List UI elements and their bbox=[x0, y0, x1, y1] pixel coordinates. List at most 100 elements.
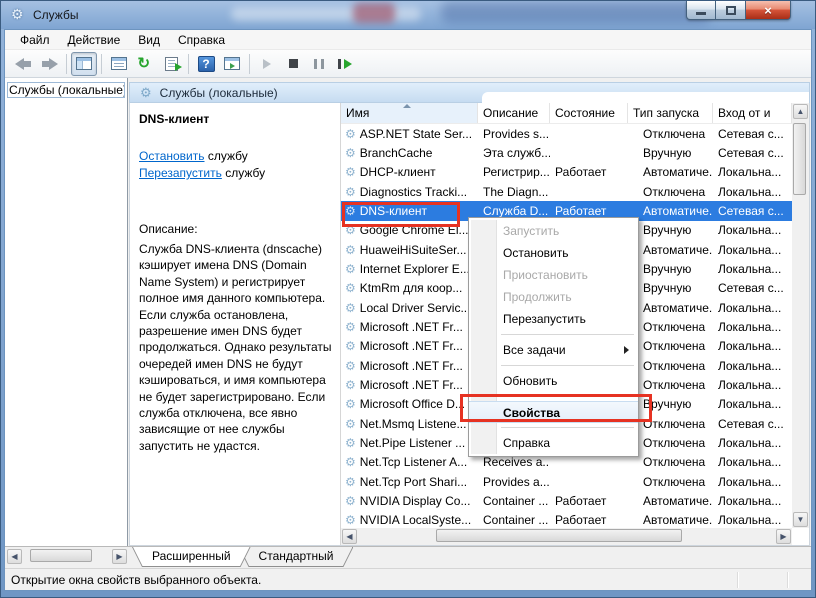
menubar-item-1[interactable]: Файл bbox=[11, 31, 59, 49]
properties-icon bbox=[111, 57, 127, 70]
tree-scroll-right-icon[interactable]: ▶ bbox=[112, 549, 127, 564]
menu-item-обновить[interactable]: Обновить bbox=[469, 370, 638, 392]
service-logon-as-cell: Локальна... bbox=[713, 320, 792, 334]
service-logon-as-cell: Сетевая с... bbox=[713, 127, 792, 141]
service-startup-type-cell: Вручную bbox=[628, 223, 713, 237]
show-tree-button[interactable] bbox=[71, 52, 97, 76]
maximize-icon bbox=[726, 6, 736, 15]
service-name-cell: ⚙KtmRm для коор... bbox=[341, 281, 478, 295]
service-logon-as-cell: Локальна... bbox=[713, 436, 792, 450]
restart-service-link[interactable]: Перезапустить bbox=[139, 166, 222, 180]
column-header-2[interactable]: Описание bbox=[478, 103, 550, 123]
menubar-item-2[interactable]: Действие bbox=[59, 31, 130, 49]
back-button[interactable] bbox=[10, 52, 36, 76]
menu-item-свойства[interactable]: Свойства bbox=[469, 401, 638, 423]
service-logon-as-cell: Сетевая с... bbox=[713, 417, 792, 431]
window-client-area: ФайлДействиеВидСправка Службы (локальные… bbox=[4, 29, 812, 591]
menubar-item-4[interactable]: Справка bbox=[169, 31, 234, 49]
table-row[interactable]: ⚙BranchCacheЭта служб...ВручнуюСетевая с… bbox=[341, 143, 792, 162]
refresh-button[interactable] bbox=[132, 52, 158, 76]
service-logon-as-cell: Локальна... bbox=[713, 378, 792, 392]
service-name: ASP.NET State Ser... bbox=[360, 127, 472, 141]
toolbar-separator bbox=[188, 54, 189, 74]
service-startup-type-cell: Вручную bbox=[628, 397, 713, 411]
column-header-1[interactable]: Имя bbox=[341, 103, 478, 123]
table-row[interactable]: ⚙Diagnostics Tracki...The Diagn...Отключ… bbox=[341, 182, 792, 201]
forward-button[interactable] bbox=[36, 52, 62, 76]
table-row[interactable]: ⚙ASP.NET State Ser...Provides s...Отключ… bbox=[341, 124, 792, 143]
tree-horizontal-scrollbar[interactable]: ◀ ▶ bbox=[6, 549, 128, 566]
service-logon-as-cell: Локальна... bbox=[713, 475, 792, 489]
service-name: Microsoft .NET Fr... bbox=[360, 339, 463, 353]
service-name: NVIDIA LocalSyste... bbox=[360, 513, 471, 527]
column-header-3[interactable]: Состояние bbox=[550, 103, 628, 123]
toolbar-separator bbox=[101, 54, 102, 74]
service-gear-icon: ⚙ bbox=[345, 263, 356, 275]
service-name: DHCP-клиент bbox=[360, 165, 436, 179]
tree-scroll-left-icon[interactable]: ◀ bbox=[7, 549, 22, 564]
service-gear-icon: ⚙ bbox=[345, 379, 356, 391]
close-button[interactable]: × bbox=[746, 1, 791, 20]
maximize-button[interactable] bbox=[716, 1, 746, 20]
service-logon-as-cell: Сетевая с... bbox=[713, 204, 792, 218]
stop-service-button[interactable] bbox=[280, 52, 306, 76]
scroll-up-icon[interactable]: ▲ bbox=[793, 104, 808, 119]
service-startup-type-cell: Отключена bbox=[628, 359, 713, 373]
vertical-scrollbar[interactable]: ▲ ▼ bbox=[792, 103, 809, 528]
table-row[interactable]: ⚙Net.Tcp Port Shari...Provides a...Отклю… bbox=[341, 472, 792, 491]
horizontal-scrollbar[interactable]: ◀ ▶ bbox=[341, 528, 792, 545]
menu-item-справка[interactable]: Справка bbox=[469, 432, 638, 454]
service-name-cell: ⚙Net.Tcp Listener A... bbox=[341, 455, 478, 469]
service-logon-as-cell: Локальна... bbox=[713, 262, 792, 276]
view-tabs-strip: ◀ ▶ РасширенныйСтандартный bbox=[5, 546, 811, 568]
column-header-5[interactable]: Вход от и bbox=[713, 103, 792, 123]
service-logon-as-cell: Локальна... bbox=[713, 397, 792, 411]
service-name: Diagnostics Tracki... bbox=[360, 185, 467, 199]
service-name: Internet Explorer E... bbox=[360, 262, 470, 276]
service-startup-type-cell: Вручную bbox=[628, 262, 713, 276]
service-name-cell: ⚙Local Driver Servic... bbox=[341, 301, 478, 315]
service-startup-type-cell: Автоматиче... bbox=[628, 301, 713, 315]
export-list-button[interactable] bbox=[158, 52, 184, 76]
table-row[interactable]: ⚙NVIDIA Display Co...Container ...Работа… bbox=[341, 491, 792, 510]
action-pane-button[interactable] bbox=[219, 52, 245, 76]
toolbar-separator bbox=[249, 54, 250, 74]
table-row[interactable]: ⚙NVIDIA LocalSyste...Container ...Работа… bbox=[341, 511, 792, 528]
service-startup-type-cell: Отключена bbox=[628, 339, 713, 353]
title-bar[interactable]: ⚙ Службы × bbox=[1, 1, 815, 29]
service-name: Microsoft .NET Fr... bbox=[360, 378, 463, 392]
stop-service-link[interactable]: Остановить bbox=[139, 149, 205, 163]
service-name-cell: ⚙NVIDIA Display Co... bbox=[341, 494, 478, 508]
toolbar bbox=[5, 50, 811, 78]
pause-service-button[interactable] bbox=[306, 52, 332, 76]
menubar-item-3[interactable]: Вид bbox=[129, 31, 169, 49]
tree-node-services-local[interactable]: Службы (локальные) bbox=[7, 82, 125, 98]
service-logon-as-cell: Локальна... bbox=[713, 494, 792, 508]
menu-item-все-задачи[interactable]: Все задачи bbox=[469, 339, 638, 361]
menu-item-остановить[interactable]: Остановить bbox=[469, 242, 638, 264]
scroll-right-icon[interactable]: ▶ bbox=[776, 529, 791, 544]
tree-scroll-thumb[interactable] bbox=[30, 549, 92, 562]
scroll-left-icon[interactable]: ◀ bbox=[342, 529, 357, 544]
vertical-scroll-thumb[interactable] bbox=[793, 123, 806, 195]
table-header: ИмяОписаниеСостояниеТип запускаВход от и bbox=[341, 103, 792, 124]
table-row[interactable]: ⚙DHCP-клиентРегистрир...РаботаетАвтомати… bbox=[341, 163, 792, 182]
service-gear-icon: ⚙ bbox=[345, 244, 356, 256]
menu-item-перезапустить[interactable]: Перезапустить bbox=[469, 308, 638, 330]
tab-расширенный[interactable]: Расширенный bbox=[132, 547, 251, 567]
horizontal-scroll-thumb[interactable] bbox=[436, 529, 682, 542]
service-logon-as-cell: Локальна... bbox=[713, 359, 792, 373]
start-service-button[interactable] bbox=[254, 52, 280, 76]
service-startup-type-cell: Автоматиче... bbox=[628, 165, 713, 179]
minimize-button[interactable] bbox=[686, 1, 716, 20]
selected-service-name: DNS-клиент bbox=[139, 112, 332, 126]
restart-service-button[interactable] bbox=[332, 52, 358, 76]
help-button[interactable] bbox=[193, 52, 219, 76]
service-name: Net.Tcp Listener A... bbox=[360, 455, 467, 469]
column-header-4[interactable]: Тип запуска bbox=[628, 103, 713, 123]
properties-button[interactable] bbox=[106, 52, 132, 76]
service-name-cell: ⚙ Microsoft .NET Fr... bbox=[341, 378, 478, 392]
services-gear-icon: ⚙ bbox=[11, 6, 24, 23]
tab-стандартный[interactable]: Стандартный bbox=[239, 547, 354, 567]
scroll-down-icon[interactable]: ▼ bbox=[793, 512, 808, 527]
